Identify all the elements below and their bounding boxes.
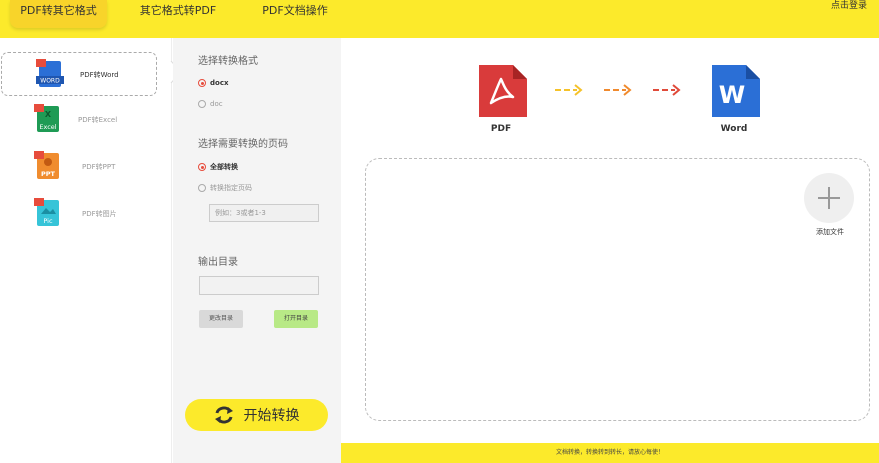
- radio-dot-icon: [198, 100, 206, 108]
- ppt-file-icon: PPT: [34, 151, 59, 179]
- add-file-button[interactable]: [804, 173, 854, 223]
- image-file-icon: Pic: [34, 198, 59, 226]
- file-drop-zone[interactable]: 添加文件: [365, 158, 870, 421]
- radio-label: 全部转换: [210, 163, 238, 171]
- radio-dot-icon: [198, 163, 206, 171]
- tab-pdf-operations[interactable]: PDF文档操作: [260, 0, 330, 28]
- page-radio-specified[interactable]: 转换指定页码: [198, 183, 252, 193]
- sidebar-item-pdf-to-ppt[interactable]: PPT PDF转PPT: [0, 145, 160, 189]
- main-area: PDF W Word 添加文件: [341, 38, 879, 443]
- word-file-icon: WORD: [36, 59, 64, 87]
- tab-pdf-to-other[interactable]: PDF转其它格式: [10, 0, 107, 28]
- format-radio-docx[interactable]: docx: [198, 79, 228, 87]
- radio-label: 转换指定页码: [210, 184, 252, 192]
- sidebar: WORD PDF转Word X Excel PDF转Excel PPT PDF转…: [0, 38, 172, 463]
- arrow-right-icon: [604, 84, 632, 96]
- format-radio-doc[interactable]: doc: [198, 100, 223, 108]
- plus-icon: [818, 187, 840, 209]
- target-format-label: Word: [720, 124, 748, 134]
- top-bar: PDF转其它格式 其它格式转PDF PDF文档操作 点击登录: [0, 0, 879, 38]
- svg-text:W: W: [719, 81, 745, 109]
- source-format-label: PDF: [490, 124, 512, 134]
- radio-dot-icon: [198, 79, 206, 87]
- format-section-title: 选择转换格式: [198, 56, 258, 67]
- radio-label: doc: [210, 100, 223, 108]
- pages-section-title: 选择需要转换的页码: [198, 139, 288, 150]
- options-panel: 选择转换格式 docx doc 选择需要转换的页码 全部转换 转换指定页码 例如…: [173, 38, 341, 463]
- excel-file-icon: X Excel: [34, 104, 59, 132]
- start-convert-label: 开始转换: [243, 408, 300, 424]
- page-range-input[interactable]: 例如：3或者1-3: [209, 204, 319, 222]
- sidebar-item-label: PDF转Word: [80, 71, 119, 79]
- refresh-icon: [214, 406, 233, 424]
- footer-bar: 文档转换，转换转到转长，请放心每使！: [341, 443, 879, 463]
- arrow-right-icon: [653, 84, 681, 96]
- tab-other-to-pdf[interactable]: 其它格式转PDF: [136, 0, 220, 28]
- pdf-file-icon: [479, 65, 527, 117]
- start-convert-button[interactable]: 开始转换: [185, 399, 328, 431]
- svg-text:PPT: PPT: [41, 170, 56, 178]
- change-dir-button[interactable]: 更改目录: [199, 310, 243, 328]
- app-window: PDF转其它格式 其它格式转PDF PDF文档操作 点击登录 WORD PDF转…: [0, 0, 879, 463]
- svg-text:WORD: WORD: [40, 78, 60, 85]
- add-file-label: 添加文件: [816, 228, 844, 236]
- sidebar-item-pdf-to-excel[interactable]: X Excel PDF转Excel: [0, 98, 160, 142]
- output-section-title: 输出目录: [198, 257, 238, 268]
- sidebar-item-label: PDF转Excel: [78, 116, 118, 124]
- radio-label: docx: [210, 79, 229, 87]
- svg-text:Excel: Excel: [39, 123, 56, 131]
- sidebar-item-label: PDF转PPT: [82, 163, 116, 171]
- sidebar-item-label: PDF转图片: [82, 210, 117, 218]
- sidebar-item-pdf-to-word[interactable]: WORD PDF转Word: [1, 52, 157, 96]
- page-radio-all[interactable]: 全部转换: [198, 162, 238, 172]
- open-dir-button[interactable]: 打开目录: [274, 310, 318, 328]
- radio-dot-icon: [198, 184, 206, 192]
- word-file-icon: W: [712, 65, 760, 117]
- svg-text:X: X: [45, 110, 52, 119]
- login-link[interactable]: 点击登录: [831, 0, 867, 12]
- svg-text:Pic: Pic: [43, 217, 53, 225]
- sidebar-item-pdf-to-image[interactable]: Pic PDF转图片: [0, 192, 160, 236]
- arrow-right-icon: [555, 84, 583, 96]
- output-dir-field[interactable]: [199, 276, 319, 295]
